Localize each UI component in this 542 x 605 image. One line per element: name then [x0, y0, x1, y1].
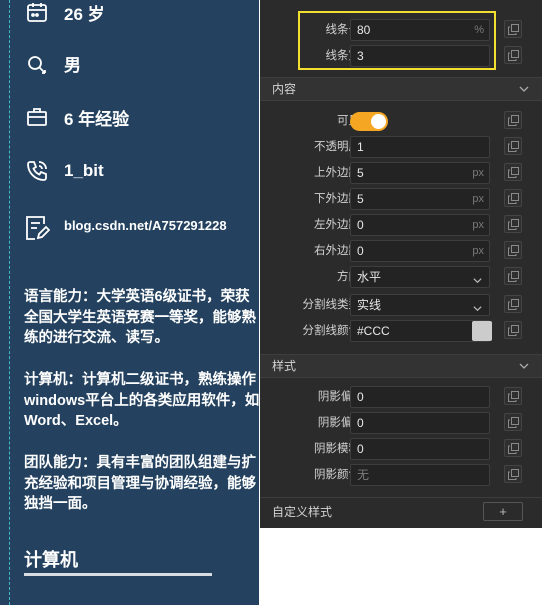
blog-row: blog.csdn.net/A757291228	[24, 214, 227, 242]
content-section-title: 内容	[272, 82, 297, 96]
property-panel: 线条长 80 % 线条宽 3 内容 可见 不透明度 1 上外边距 5 px 下外边…	[260, 0, 542, 528]
shadow-color-row: 阴影颜色 无	[260, 462, 542, 488]
margin-left-value: 0	[357, 218, 364, 232]
highlight-box	[298, 11, 496, 70]
copy-icon[interactable]	[504, 163, 522, 181]
custom-style-title: 自定义样式	[272, 505, 333, 519]
direction-select[interactable]: 水平	[350, 266, 490, 288]
margin-top-value: 5	[357, 166, 364, 180]
calendar-icon	[24, 0, 50, 25]
experience-row: 6 年经验	[24, 103, 129, 131]
divider-type-select[interactable]: 实线	[350, 294, 490, 316]
briefcase-icon	[24, 104, 50, 130]
color-swatch[interactable]	[472, 321, 492, 341]
experience-text: 6 年经验	[64, 109, 130, 129]
style-section-title: 样式	[272, 359, 297, 373]
copy-icon[interactable]	[504, 20, 522, 38]
visible-row: 可见	[260, 108, 542, 134]
margin-top-input[interactable]: 5 px	[350, 162, 490, 184]
direction-value: 水平	[357, 270, 382, 284]
shadow-color-input[interactable]: 无	[350, 464, 490, 486]
copy-icon[interactable]	[504, 413, 522, 431]
copy-icon[interactable]	[504, 241, 522, 259]
margin-bottom-row: 下外边距 5 px	[260, 186, 542, 212]
margin-bottom-input[interactable]: 5 px	[350, 188, 490, 210]
resume-preview: 26 岁 男 6 年经验 1_bit blog.csdn.net/A757291…	[0, 0, 259, 605]
add-custom-style-button[interactable]: +	[483, 502, 523, 521]
copy-icon[interactable]	[504, 321, 522, 339]
divider-color-value: #CCC	[357, 324, 390, 338]
gender-row: 男	[24, 49, 81, 77]
divider-color-row: 分割线颜色 #CCC	[260, 318, 542, 344]
alignment-guide	[9, 0, 10, 605]
chevron-down-icon	[518, 83, 530, 98]
shadow-x-input[interactable]: 0	[350, 386, 490, 408]
margin-left-row: 左外边距 0 px	[260, 212, 542, 238]
visible-toggle[interactable]	[350, 112, 388, 131]
copy-icon[interactable]	[504, 267, 522, 285]
shadow-blur-row: 阴影模糊 0	[260, 436, 542, 462]
copy-icon[interactable]	[504, 439, 522, 457]
section-title: 计算机	[24, 550, 78, 570]
edit-document-icon	[24, 215, 50, 241]
px-unit: px	[472, 245, 484, 257]
phone-icon	[24, 158, 50, 184]
style-section-header[interactable]: 样式	[260, 354, 542, 378]
blank-area	[260, 528, 542, 605]
px-unit: px	[472, 167, 484, 179]
shadow-color-value: 无	[357, 468, 370, 482]
toggle-knob	[371, 114, 386, 129]
shadow-y-input[interactable]: 0	[350, 412, 490, 434]
blog-url-text: blog.csdn.net/A757291228	[64, 217, 227, 233]
margin-top-row: 上外边距 5 px	[260, 160, 542, 186]
margin-right-input[interactable]: 0 px	[350, 240, 490, 262]
computer-skill-paragraph: 计算机：计算机二级证书，熟练操作windows平台上的各类应用软件，如Word、…	[24, 372, 259, 429]
divider-type-value: 实线	[357, 298, 382, 312]
content-section-header[interactable]: 内容	[260, 77, 542, 101]
copy-icon[interactable]	[504, 387, 522, 405]
shadow-y-row: 阴影偏Y 0	[260, 410, 542, 436]
age-text: 26 岁	[64, 4, 105, 24]
gender-text: 男	[64, 55, 81, 75]
gender-icon	[24, 50, 50, 76]
chevron-down-icon	[472, 272, 483, 292]
phone-row: 1_bit	[24, 157, 104, 185]
shadow-blur-value: 0	[357, 442, 364, 456]
px-unit: px	[472, 219, 484, 231]
section-divider[interactable]	[24, 573, 212, 576]
opacity-input[interactable]: 1	[350, 136, 490, 158]
copy-icon[interactable]	[504, 137, 522, 155]
opacity-row: 不透明度 1	[260, 134, 542, 160]
custom-style-row: 自定义样式 +	[260, 497, 542, 526]
divider-type-row: 分割线类型 实线	[260, 292, 542, 318]
copy-icon[interactable]	[504, 215, 522, 233]
margin-right-value: 0	[357, 244, 364, 258]
shadow-x-value: 0	[357, 390, 364, 404]
chevron-down-icon	[518, 360, 530, 375]
divider-color-input[interactable]: #CCC	[350, 320, 490, 342]
team-skill-paragraph: 团队能力：具有丰富的团队组建与扩充经验和项目管理与协调经验，能够独挡一面。	[24, 455, 256, 512]
margin-left-input[interactable]: 0 px	[350, 214, 490, 236]
shadow-x-row: 阴影偏X 0	[260, 384, 542, 410]
language-skill-paragraph: 语言能力：大学英语6级证书，荣获全国大学生英语竞赛一等奖，能够熟练的进行交流、读…	[24, 289, 256, 346]
opacity-value: 1	[357, 140, 364, 154]
direction-row: 方向 水平	[260, 264, 542, 290]
copy-icon[interactable]	[504, 46, 522, 64]
shadow-blur-input[interactable]: 0	[350, 438, 490, 460]
chevron-down-icon	[472, 300, 483, 320]
copy-icon[interactable]	[504, 189, 522, 207]
copy-icon[interactable]	[504, 465, 522, 483]
phone-text: 1_bit	[64, 161, 104, 180]
shadow-y-value: 0	[357, 416, 364, 430]
age-row: 26 岁	[24, 0, 105, 26]
px-unit: px	[472, 193, 484, 205]
copy-icon[interactable]	[504, 295, 522, 313]
margin-right-row: 右外边距 0 px	[260, 238, 542, 264]
copy-icon[interactable]	[504, 111, 522, 129]
margin-bottom-value: 5	[357, 192, 364, 206]
